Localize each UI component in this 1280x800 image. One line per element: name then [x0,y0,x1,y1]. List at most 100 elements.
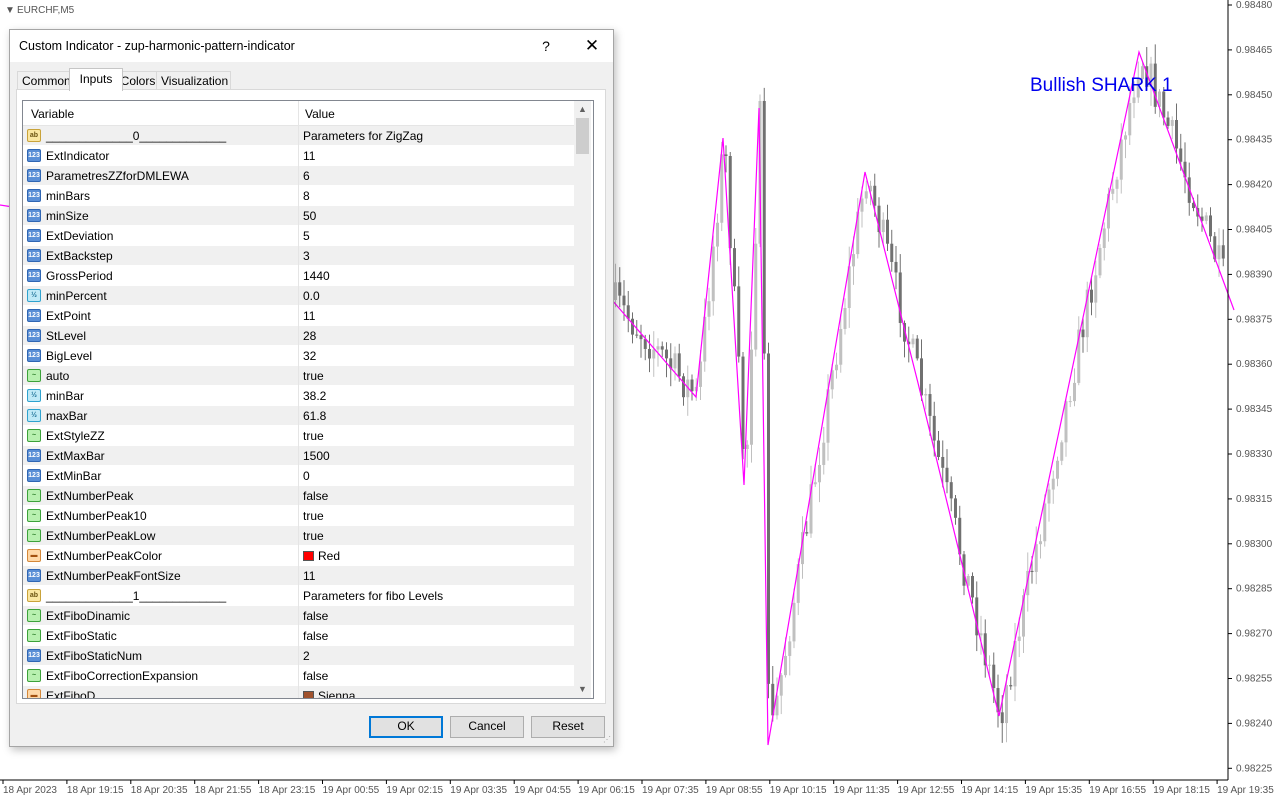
candles-layer [614,44,1225,743]
variable-value[interactable]: 61.8 [303,409,326,423]
variable-value[interactable]: Parameters for ZigZag [303,129,423,143]
price-tick-label: 0.98240 [1236,718,1273,729]
variable-value[interactable]: 5 [303,229,310,243]
candle-body [852,254,855,267]
table-row[interactable]: ~ ExtNumberPeakLow true [23,526,574,546]
table-row[interactable]: ▬ ExtFiboD Sienna [23,686,574,698]
variable-value[interactable]: false [303,489,328,503]
table-row[interactable]: 123 minBars 8 [23,186,574,206]
table-row[interactable]: 123 ExtDeviation 5 [23,226,574,246]
variable-value[interactable]: false [303,669,328,683]
close-button[interactable]: ✕ [578,32,606,60]
candle-body [988,664,991,666]
table-row[interactable]: ab _____________1_____________ Parameters … [23,586,574,606]
variable-value[interactable]: 11 [303,149,315,163]
scroll-up-icon[interactable]: ▲ [574,101,591,118]
variable-value-text: 11 [303,149,316,163]
variable-value[interactable]: 38.2 [303,389,326,403]
tab-common[interactable]: Common [17,71,75,90]
column-separator[interactable] [298,101,299,125]
variable-value-text: 50 [303,209,317,223]
table-row[interactable]: ½ minPercent 0.0 [23,286,574,306]
variable-value[interactable]: true [303,369,324,383]
candle-body [945,467,949,483]
table-row[interactable]: ab _____________0_____________ Parameters … [23,126,574,146]
table-row[interactable]: ~ auto true [23,366,574,386]
cell-separator [298,366,299,386]
dialog-titlebar[interactable]: Custom Indicator - zup-harmonic-pattern-… [10,30,613,62]
help-button[interactable]: ? [532,32,560,60]
variable-value[interactable]: true [303,509,324,523]
variable-value[interactable]: 32 [303,349,316,363]
int-type-icon: 123 [27,189,41,202]
table-row[interactable]: ▬ ExtNumberPeakColor Red [23,546,574,566]
cell-separator [298,646,299,666]
table-row[interactable]: 123 ExtIndicator 11 [23,146,574,166]
table-row[interactable]: ~ ExtStyleZZ true [23,426,574,446]
candle-body [920,358,923,396]
cancel-button[interactable]: Cancel [450,716,524,738]
table-row[interactable]: ~ ExtFiboCorrectionExpansion false [23,666,574,686]
variable-value[interactable]: 0 [303,469,310,483]
variable-value[interactable]: 11 [303,569,315,583]
variable-value[interactable]: 3 [303,249,310,263]
table-row[interactable]: 123 GrossPeriod 1440 [23,266,574,286]
variable-value[interactable]: 1500 [303,449,330,463]
table-row[interactable]: 123 StLevel 28 [23,326,574,346]
table-row[interactable]: 123 ExtPoint 11 [23,306,574,326]
table-row[interactable]: 123 ExtNumberPeakFontSize 11 [23,566,574,586]
tab-visualization[interactable]: Visualization [156,71,231,90]
candle-body [1166,117,1170,126]
resize-grip-icon[interactable]: ⋰ [603,735,611,744]
table-row[interactable]: 123 ExtMinBar 0 [23,466,574,486]
variable-value[interactable]: 2 [303,649,310,663]
price-tick-label: 0.98345 [1236,404,1273,415]
table-row[interactable]: ~ ExtFiboStatic false [23,626,574,646]
table-row[interactable]: 123 minSize 50 [23,206,574,226]
table-row[interactable]: ~ ExtFiboDinamic false [23,606,574,626]
variable-value[interactable]: 50 [303,209,316,223]
variable-value[interactable]: true [303,529,324,543]
time-tick-label: 18 Apr 21:55 [195,785,252,796]
variable-value[interactable]: true [303,429,324,443]
table-row[interactable]: 123 ExtFiboStaticNum 2 [23,646,574,666]
candle-body [1179,148,1183,162]
candle-body [805,532,809,534]
scroll-thumb[interactable] [576,118,589,154]
variable-name: ExtNumberPeakLow [46,529,156,543]
variable-value[interactable]: Red [303,549,340,563]
table-row[interactable]: ~ ExtNumberPeak false [23,486,574,506]
chart-menu-triangle[interactable]: ▼ [5,5,15,16]
candle-body [1030,570,1034,573]
candle-body [788,641,792,656]
variable-value[interactable]: false [303,629,328,643]
column-header-variable[interactable]: Variable [31,107,74,121]
inputs-grid[interactable]: Variable Value ab _____________0_________… [22,100,594,699]
table-row[interactable]: 123 ExtBackstep 3 [23,246,574,266]
ok-button[interactable]: OK [369,716,443,738]
variable-value[interactable]: 28 [303,329,316,343]
tab-inputs[interactable]: Inputs [69,68,123,91]
table-row[interactable]: 123 BigLevel 32 [23,346,574,366]
table-row[interactable]: ½ minBar 38.2 [23,386,574,406]
variable-value[interactable]: 6 [303,169,310,183]
variable-value[interactable]: 11 [303,309,315,323]
table-row[interactable]: ~ ExtNumberPeak10 true [23,506,574,526]
variable-value[interactable]: 1440 [303,269,330,283]
variable-value[interactable]: 0.0 [303,289,320,303]
candle-body [631,318,634,335]
scroll-down-icon[interactable]: ▼ [574,681,591,698]
vertical-scrollbar[interactable]: ▲ ▼ [574,101,591,698]
reset-button[interactable]: Reset [531,716,605,738]
column-header-value[interactable]: Value [305,107,335,121]
table-row[interactable]: 123 ParametresZZforDMLEWA 6 [23,166,574,186]
cell-separator [298,626,299,646]
table-row[interactable]: ½ maxBar 61.8 [23,406,574,426]
table-row[interactable]: 123 ExtMaxBar 1500 [23,446,574,466]
variable-name: minBars [46,189,91,203]
color-swatch [303,551,314,561]
variable-value[interactable]: Parameters for fibo Levels [303,589,443,603]
variable-value[interactable]: 8 [303,189,310,203]
variable-value[interactable]: false [303,609,328,623]
variable-value[interactable]: Sienna [303,689,355,698]
